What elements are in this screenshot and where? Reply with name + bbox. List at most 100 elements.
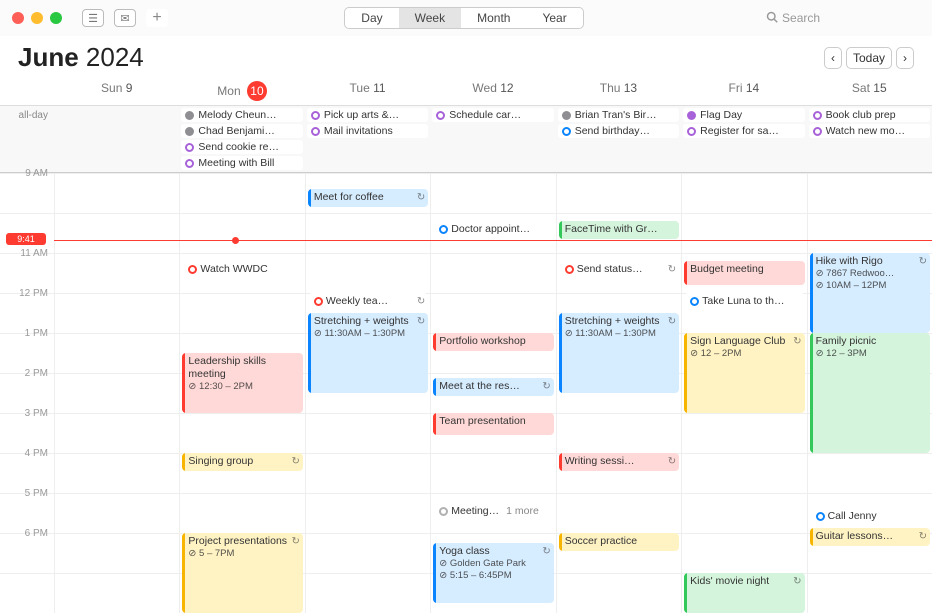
calendar-event[interactable]: Portfolio workshop [433,333,553,351]
hour-label: 12 PM [19,288,48,299]
event-marker-icon [562,127,571,136]
minimize-window[interactable] [31,12,43,24]
calendar-event[interactable]: Writing sessi…↻ [559,453,679,471]
allday-event[interactable]: Mail invitations [307,124,428,138]
next-week-button[interactable]: › [896,47,914,69]
view-week[interactable]: Week [399,8,461,28]
calendar-event[interactable]: Send status…↻ [559,261,679,279]
allday-event[interactable]: Meeting with Bill [181,156,302,170]
day-col-wed[interactable]: Doctor appoint… Portfolio workshop Meet at… [430,173,555,613]
view-day[interactable]: Day [345,8,398,28]
allday-event[interactable]: Register for sa… [683,124,804,138]
allday-event[interactable]: Melody Cheun… [181,108,302,122]
allday-event[interactable]: Pick up arts &… [307,108,428,122]
day-header-tue[interactable]: Tue 11 [305,75,430,105]
calendar-event[interactable]: Meet for coffee↻ [308,189,428,207]
hour-label: 2 PM [25,368,48,379]
calendar-event[interactable]: Meeting…1 more [433,503,553,521]
allday-event[interactable]: Watch new mo… [809,124,930,138]
calendar-event[interactable]: Leadership skills meeting⊘ 12:30 – 2PM [182,353,302,413]
close-window[interactable] [12,12,24,24]
calendar-event[interactable]: Family picnic⊘ 12 – 3PM [810,333,930,453]
allday-event[interactable]: Flag Day [683,108,804,122]
day-header-sun[interactable]: Sun 9 [54,75,179,105]
event-ring-icon [816,512,825,521]
calendar-event[interactable]: Take Luna to th… [684,293,804,311]
calendar-header: June 2024 ‹ Today › [0,36,932,75]
calendar-event[interactable]: Yoga class⊘ Golden Gate Park⊘ 5:15 – 6:4… [433,543,553,603]
recurring-icon: ↻ [668,456,676,469]
calendar-event[interactable]: Guitar lessons…↻ [810,528,930,546]
day-header-fri[interactable]: Fri 14 [681,75,806,105]
calendars-sidebar-icon[interactable]: ☰ [82,9,104,27]
allday-section: all-day Melody Cheun…Chad Benjami…Send c… [0,106,932,173]
search-field[interactable]: Search [760,8,920,28]
day-header-wed[interactable]: Wed 12 [430,75,555,105]
day-col-mon[interactable]: Watch WWDC Leadership skills meeting⊘ 12:… [179,173,304,613]
day-col-fri[interactable]: Budget meeting Take Luna to th… Sign Langu… [681,173,806,613]
calendar-event[interactable]: FaceTime with Gr… [559,221,679,239]
event-marker-icon [311,127,320,136]
calendar-event[interactable]: Singing group↻ [182,453,302,471]
allday-event[interactable]: Book club prep [809,108,930,122]
calendar-event[interactable]: Kids' movie night↻ [684,573,804,613]
days-header: Sun 9Mon 10Tue 11Wed 12Thu 13Fri 14Sat 1… [0,75,932,106]
calendar-event[interactable]: Call Jenny [810,508,930,526]
allday-event[interactable]: Brian Tran's Bir… [558,108,679,122]
calendar-event[interactable]: Watch WWDC [182,261,302,279]
event-marker-icon [562,111,571,120]
day-col-sat[interactable]: Hike with Rigo⊘ 7867 Redwoo…⊘ 10AM – 12P… [807,173,932,613]
view-month[interactable]: Month [461,8,526,28]
calendar-event[interactable]: Team presentation [433,413,553,435]
recurring-icon: ↻ [291,456,299,469]
event-marker-icon [813,111,822,120]
recurring-icon: ↻ [919,256,927,269]
recurring-icon: ↻ [793,576,801,589]
allday-event[interactable]: Send birthday… [558,124,679,138]
allday-event[interactable]: Send cookie re… [181,140,302,154]
view-year[interactable]: Year [526,8,582,28]
recurring-icon: ↻ [417,296,425,309]
hour-label: 6 PM [25,528,48,539]
hour-label: 3 PM [25,408,48,419]
hour-label: 4 PM [25,448,48,459]
calendar-event[interactable]: Stretching + weights⊘ 11:30AM – 1:30PM↻ [559,313,679,393]
recurring-icon: ↻ [417,192,425,205]
allday-col-5: Flag Day Register for sa… [681,106,806,172]
event-marker-icon [185,159,194,168]
calendar-event[interactable]: Soccer practice [559,533,679,551]
event-ring-icon [314,297,323,306]
event-marker-icon [436,111,445,120]
day-header-thu[interactable]: Thu 13 [556,75,681,105]
recurring-icon: ↻ [542,381,550,394]
day-header-sat[interactable]: Sat 15 [807,75,932,105]
calendar-event[interactable]: Stretching + weights⊘ 11:30AM – 1:30PM↻ [308,313,428,393]
prev-week-button[interactable]: ‹ [824,47,842,69]
day-col-thu[interactable]: FaceTime with Gr… Send status…↻ Stretching… [556,173,681,613]
day-header-mon[interactable]: Mon 10 [179,75,304,105]
calendar-event[interactable]: Project presentations⊘ 5 – 7PM↻ [182,533,302,613]
zoom-window[interactable] [50,12,62,24]
allday-col-6: Book club prep Watch new mo… [807,106,932,172]
event-ring-icon [188,265,197,274]
calendar-event[interactable]: Meet at the res…↻ [433,378,553,396]
allday-event[interactable]: Chad Benjami… [181,124,302,138]
recurring-icon: ↻ [668,264,676,277]
calendar-event[interactable]: Hike with Rigo⊘ 7867 Redwoo…⊘ 10AM – 12P… [810,253,930,333]
event-marker-icon [687,127,696,136]
day-col-sun[interactable] [54,173,179,613]
today-button[interactable]: Today [846,47,892,69]
hour-label: 5 PM [25,488,48,499]
now-indicator [54,240,932,241]
calendar-event[interactable]: Weekly tea…↻ [308,293,428,311]
calendar-event[interactable]: Sign Language Club⊘ 12 – 2PM↻ [684,333,804,413]
event-marker-icon [813,127,822,136]
day-col-tue[interactable]: Meet for coffee↻ Weekly tea…↻ Stretching +… [305,173,430,613]
inbox-icon[interactable]: ✉ [114,9,136,27]
window-controls [12,12,62,24]
add-event-icon[interactable]: + [146,9,168,27]
calendar-event[interactable]: Budget meeting [684,261,804,285]
allday-event[interactable]: Schedule car… [432,108,553,122]
calendar-event[interactable]: Doctor appoint… [433,221,553,239]
event-marker-icon [185,127,194,136]
